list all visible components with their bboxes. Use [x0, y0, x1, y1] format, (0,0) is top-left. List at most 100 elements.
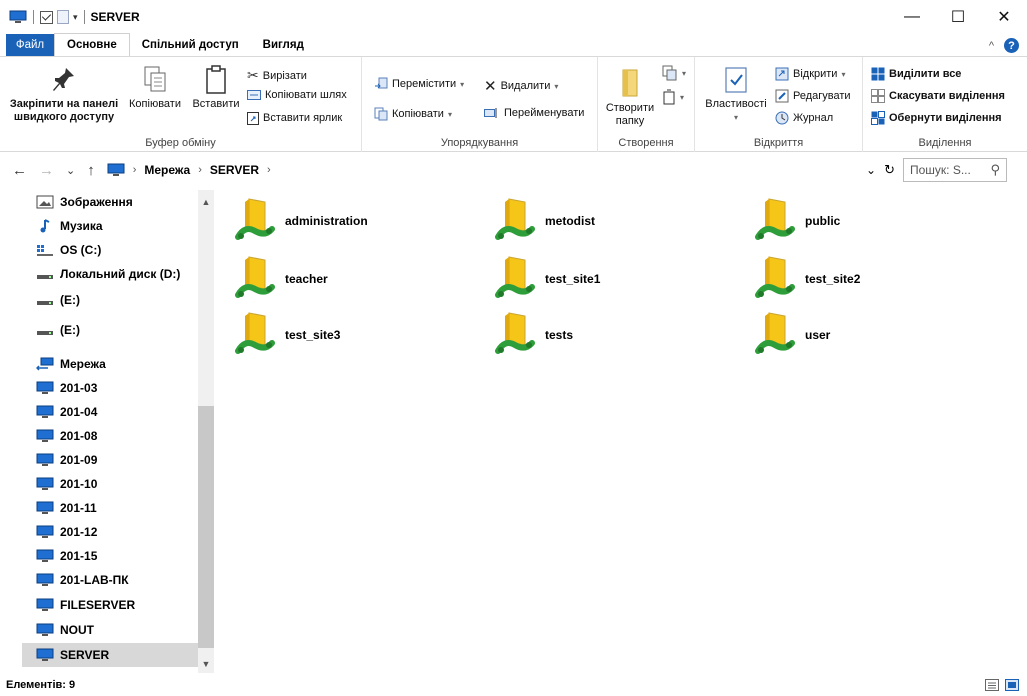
cut-button[interactable]: ✂ Вирізати [247, 67, 307, 84]
select-all-button[interactable]: Виділити все [871, 67, 961, 81]
maximize-button[interactable]: ☐ [935, 0, 981, 34]
help-icon[interactable]: ? [1004, 38, 1019, 53]
nav-scroll-down-button[interactable]: ▼ [198, 656, 214, 672]
nav-item[interactable]: 201-04 [22, 400, 212, 424]
breadcrumb-network[interactable]: Мережа [144, 163, 190, 177]
folder-item[interactable]: metodist [495, 194, 735, 248]
breadcrumb[interactable]: › Мережа › SERVER › [107, 163, 271, 177]
back-button[interactable]: ← [12, 162, 27, 179]
tab-view[interactable]: Вигляд [251, 34, 316, 56]
close-button[interactable]: ✕ [981, 0, 1027, 34]
easy-access-caret: ▾ [680, 92, 685, 102]
folder-item[interactable]: user [755, 308, 995, 362]
history-button[interactable]: Журнал [775, 111, 833, 125]
shared-folder-icon [235, 198, 275, 240]
paste-button[interactable]: Вставити [188, 65, 244, 111]
details-view-icon[interactable] [985, 679, 999, 691]
nav-item[interactable]: SERVER [22, 643, 212, 667]
new-folder-button[interactable]: Створити папку [604, 67, 656, 128]
nav-item[interactable]: 201-LAB-ПК [22, 568, 212, 592]
move-to-button[interactable]: Перемістити ▾ [374, 77, 464, 91]
properties-icon [725, 67, 747, 93]
folder-item[interactable]: test_site1 [495, 252, 735, 306]
nav-item[interactable]: (E:) [22, 318, 212, 342]
computer-icon [9, 10, 27, 23]
collapse-ribbon-button[interactable]: ^ [989, 40, 994, 52]
address-dropdown-button[interactable]: ⌄ [866, 163, 876, 177]
nav-scrollbar-thumb[interactable] [198, 406, 214, 648]
nav-item-label: 201-09 [60, 453, 98, 467]
copy-to-button[interactable]: Копіювати ▾ [374, 107, 452, 121]
forward-button[interactable]: → [39, 162, 54, 179]
rename-button[interactable]: Перейменувати [484, 107, 584, 119]
nav-item[interactable]: OS (C:) [22, 238, 212, 262]
tab-home[interactable]: Основне [54, 33, 130, 56]
shared-folder-icon [755, 198, 795, 240]
select-group-label: Виділення [918, 137, 972, 149]
nav-item[interactable]: 201-11 [22, 496, 212, 520]
nav-item-label: Локальний диск (D:) [60, 267, 181, 281]
copy-path-icon [247, 90, 261, 100]
nav-item[interactable]: 201-10 [22, 472, 212, 496]
easy-access-button[interactable]: ▾ [662, 89, 684, 105]
breadcrumb-server[interactable]: SERVER [210, 163, 259, 177]
nav-item[interactable]: 201-03 [22, 376, 212, 400]
nav-item-label: Музика [60, 219, 103, 233]
folder-item[interactable]: public [755, 194, 995, 248]
folder-item[interactable]: administration [235, 194, 475, 248]
recent-locations-button[interactable]: ⌄ [66, 164, 75, 177]
new-item-button[interactable]: ▾ [662, 65, 686, 81]
nav-item[interactable]: (E:) [22, 288, 212, 312]
nav-item[interactable]: NOUT [22, 618, 212, 642]
copy-button[interactable]: Копіювати [124, 65, 186, 111]
search-input[interactable]: Пошук: S... ⚲ [903, 158, 1007, 182]
nav-item[interactable]: FILESERVER [22, 593, 212, 617]
large-icons-view-icon[interactable] [1005, 679, 1019, 691]
select-none-label: Скасувати виділення [889, 90, 1005, 102]
tab-share[interactable]: Спільний доступ [130, 34, 251, 56]
copy-path-button[interactable]: Копіювати шлях [247, 89, 347, 101]
select-all-icon [871, 67, 885, 81]
refresh-icon[interactable]: ↻ [884, 162, 895, 178]
folder-item[interactable]: tests [495, 308, 735, 362]
nav-item[interactable]: Мережа [22, 352, 212, 376]
computer-icon [36, 477, 54, 490]
properties-button[interactable]: Властивості ▾ [701, 65, 771, 124]
folder-item[interactable]: test_site2 [755, 252, 995, 306]
nav-item[interactable]: 201-09 [22, 448, 212, 472]
minimize-button[interactable]: — [889, 0, 935, 34]
new-folder-qat-icon[interactable] [57, 10, 69, 24]
nav-item[interactable]: Музика [22, 214, 212, 238]
pin-quick-access-button[interactable]: Закріпити на панелі швидкого доступу [8, 65, 120, 124]
folder-item[interactable]: test_site3 [235, 308, 475, 362]
properties-qat-icon[interactable] [40, 10, 53, 24]
customize-qat-button[interactable]: ▾ [73, 12, 78, 23]
shared-folder-icon [495, 198, 535, 240]
music-icon [40, 219, 50, 233]
computer-icon [36, 598, 54, 611]
shared-folder-icon [495, 256, 535, 298]
open-button[interactable]: Відкрити ▾ [775, 67, 845, 81]
select-none-button[interactable]: Скасувати виділення [871, 89, 1005, 103]
nav-item[interactable]: Локальний диск (D:) [22, 262, 212, 286]
copy-to-caret: ▾ [447, 109, 452, 119]
new-item-icon [662, 65, 677, 81]
search-icon: ⚲ [990, 162, 1000, 177]
tab-file[interactable]: Файл [6, 34, 54, 56]
breadcrumb-separator: › [267, 164, 271, 176]
nav-item-label: (E:) [60, 293, 80, 307]
nav-item[interactable]: 201-15 [22, 544, 212, 568]
invert-selection-button[interactable]: Обернути виділення [871, 111, 1002, 125]
ribbon: Закріпити на панелі швидкого доступу Коп… [0, 56, 1027, 152]
nav-item[interactable]: 201-08 [22, 424, 212, 448]
up-button[interactable]: ↑ [87, 162, 95, 179]
nav-item[interactable]: 201-12 [22, 520, 212, 544]
folder-item[interactable]: teacher [235, 252, 475, 306]
nav-item-label: NOUT [60, 623, 94, 637]
nav-item[interactable]: Зображення [22, 190, 212, 214]
nav-item-label: Мережа [60, 357, 106, 371]
nav-scroll-up-button[interactable]: ▲ [198, 194, 214, 210]
paste-shortcut-button[interactable]: Вставити ярлик [247, 111, 342, 125]
delete-button[interactable]: ✕ Видалити ▾ [484, 77, 558, 95]
edit-button[interactable]: Редагувати [775, 89, 851, 103]
